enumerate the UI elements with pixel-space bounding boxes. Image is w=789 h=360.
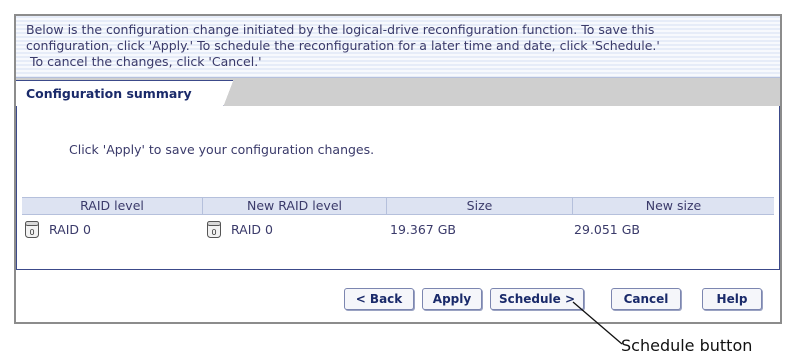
callout-leader-line [572,301,623,345]
callout-label-schedule-button: Schedule button [621,336,753,355]
